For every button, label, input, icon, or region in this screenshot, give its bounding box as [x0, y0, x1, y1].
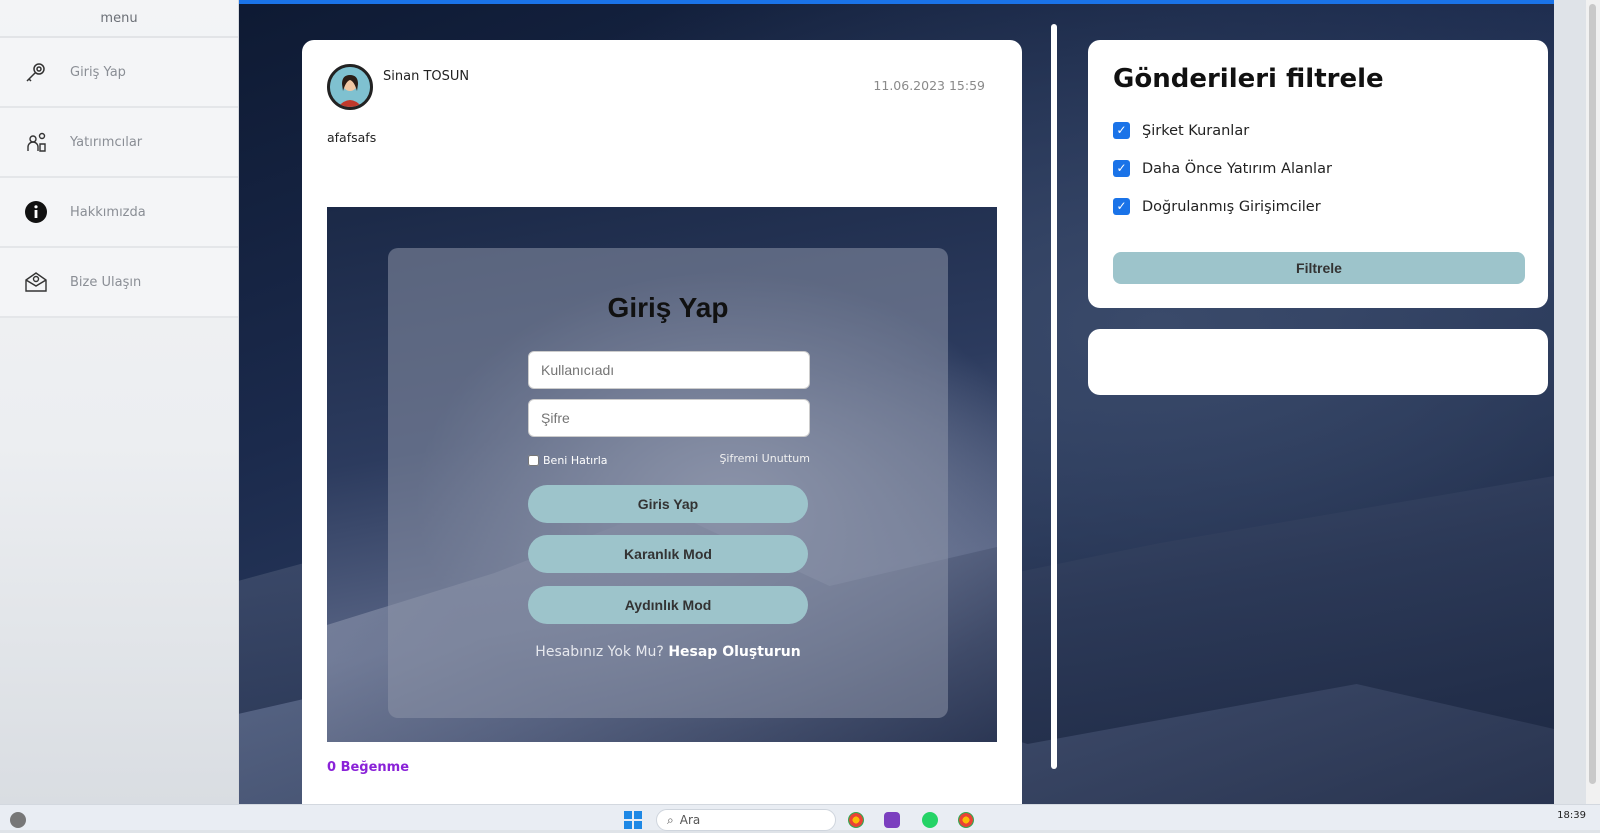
sidebar-item-label: Yatırımcılar	[70, 134, 143, 150]
filter-button[interactable]: Filtrele	[1113, 252, 1525, 284]
start-icon[interactable]	[624, 811, 642, 829]
login-title: Giriş Yap	[607, 292, 729, 323]
sidebar-item-investors[interactable]: Yatırımcılar	[0, 108, 238, 178]
filter-option-label: Doğrulanmış Girişimciler	[1142, 198, 1321, 215]
sidebar-item-login[interactable]: Giriş Yap	[0, 38, 238, 108]
column-scrollbar[interactable]	[1051, 24, 1057, 769]
avatar[interactable]	[327, 64, 373, 110]
sidebar: menu Giriş Yap Yatırımcılar Hakkımızda B…	[0, 0, 239, 804]
checkbox-checked-icon[interactable]: ✓	[1113, 160, 1130, 177]
sidebar-item-contact[interactable]: Bize Ulaşın	[0, 248, 238, 318]
mail-contact-icon	[24, 270, 48, 294]
remember-checkbox[interactable]	[528, 455, 539, 466]
scrollbar-thumb[interactable]	[1589, 4, 1596, 784]
empty-card	[1088, 329, 1548, 395]
taskbar-search[interactable]: ⌕ Ara	[656, 809, 836, 831]
taskbar-search-placeholder: Ara	[679, 813, 701, 827]
password-input[interactable]	[528, 399, 810, 437]
sidebar-item-label: Giriş Yap	[70, 64, 126, 80]
visual-studio-icon[interactable]	[884, 812, 900, 828]
remember-me[interactable]: Beni Hatırla	[528, 454, 608, 467]
login-button[interactable]: Giris Yap	[528, 485, 808, 523]
whatsapp-icon[interactable]	[922, 812, 938, 828]
forgot-password-link[interactable]: Şifremi Unuttum	[719, 452, 810, 465]
user-avatar-icon	[330, 67, 370, 107]
checkbox-checked-icon[interactable]: ✓	[1113, 198, 1130, 215]
filter-option-verified[interactable]: ✓ Doğrulanmış Girişimciler	[1113, 198, 1321, 215]
widgets-icon[interactable]	[10, 812, 26, 828]
filter-card: Gönderileri filtrele ✓ Şirket Kuranlar ✓…	[1088, 40, 1548, 308]
sidebar-item-label: Hakkımızda	[70, 204, 146, 220]
menu-label: menu	[0, 0, 238, 38]
investors-icon	[24, 130, 48, 154]
sidebar-item-about[interactable]: Hakkımızda	[0, 178, 238, 248]
checkbox-checked-icon[interactable]: ✓	[1113, 122, 1130, 139]
filter-option-label: Şirket Kuranlar	[1142, 122, 1250, 139]
taskbar-clock[interactable]: 18:39	[1557, 810, 1586, 821]
post-image: Giriş Yap Beni Hatırla Şifremi Unuttum G…	[327, 207, 997, 742]
like-count[interactable]: 0 Beğenme	[327, 760, 409, 775]
post-text: afafsafs	[327, 130, 377, 145]
login-panel: Giriş Yap Beni Hatırla Şifremi Unuttum G…	[388, 248, 948, 718]
filter-option-founders[interactable]: ✓ Şirket Kuranlar	[1113, 122, 1249, 139]
signup-prompt: Hesabınız Yok Mu? Hesap Oluşturun	[388, 644, 948, 660]
light-mode-button[interactable]: Aydınlık Mod	[528, 586, 808, 624]
post-date: 11.06.2023 15:59	[873, 78, 985, 93]
username-input[interactable]	[528, 351, 810, 389]
chrome-icon[interactable]	[848, 812, 864, 828]
search-icon: ⌕	[667, 812, 674, 827]
window-scrollbar[interactable]	[1586, 0, 1600, 804]
filter-option-funded[interactable]: ✓ Daha Önce Yatırım Alanlar	[1113, 160, 1332, 177]
key-search-icon	[24, 60, 48, 84]
sidebar-item-label: Bize Ulaşın	[70, 274, 142, 290]
post-author[interactable]: Sinan TOSUN	[383, 69, 469, 84]
info-icon	[24, 200, 48, 224]
remember-label: Beni Hatırla	[543, 454, 608, 467]
signup-link[interactable]: Hesap Oluşturun	[668, 644, 800, 660]
chrome-active-icon[interactable]	[958, 812, 974, 828]
post-card: Sinan TOSUN 11.06.2023 15:59 afafsafs Gi…	[302, 40, 1022, 820]
filter-option-label: Daha Önce Yatırım Alanlar	[1142, 160, 1332, 177]
filter-title: Gönderileri filtrele	[1113, 64, 1384, 94]
dark-mode-button[interactable]: Karanlık Mod	[528, 535, 808, 573]
signup-prompt-text: Hesabınız Yok Mu?	[535, 644, 664, 660]
taskbar: ⌕ Ara 18:39	[0, 804, 1600, 831]
